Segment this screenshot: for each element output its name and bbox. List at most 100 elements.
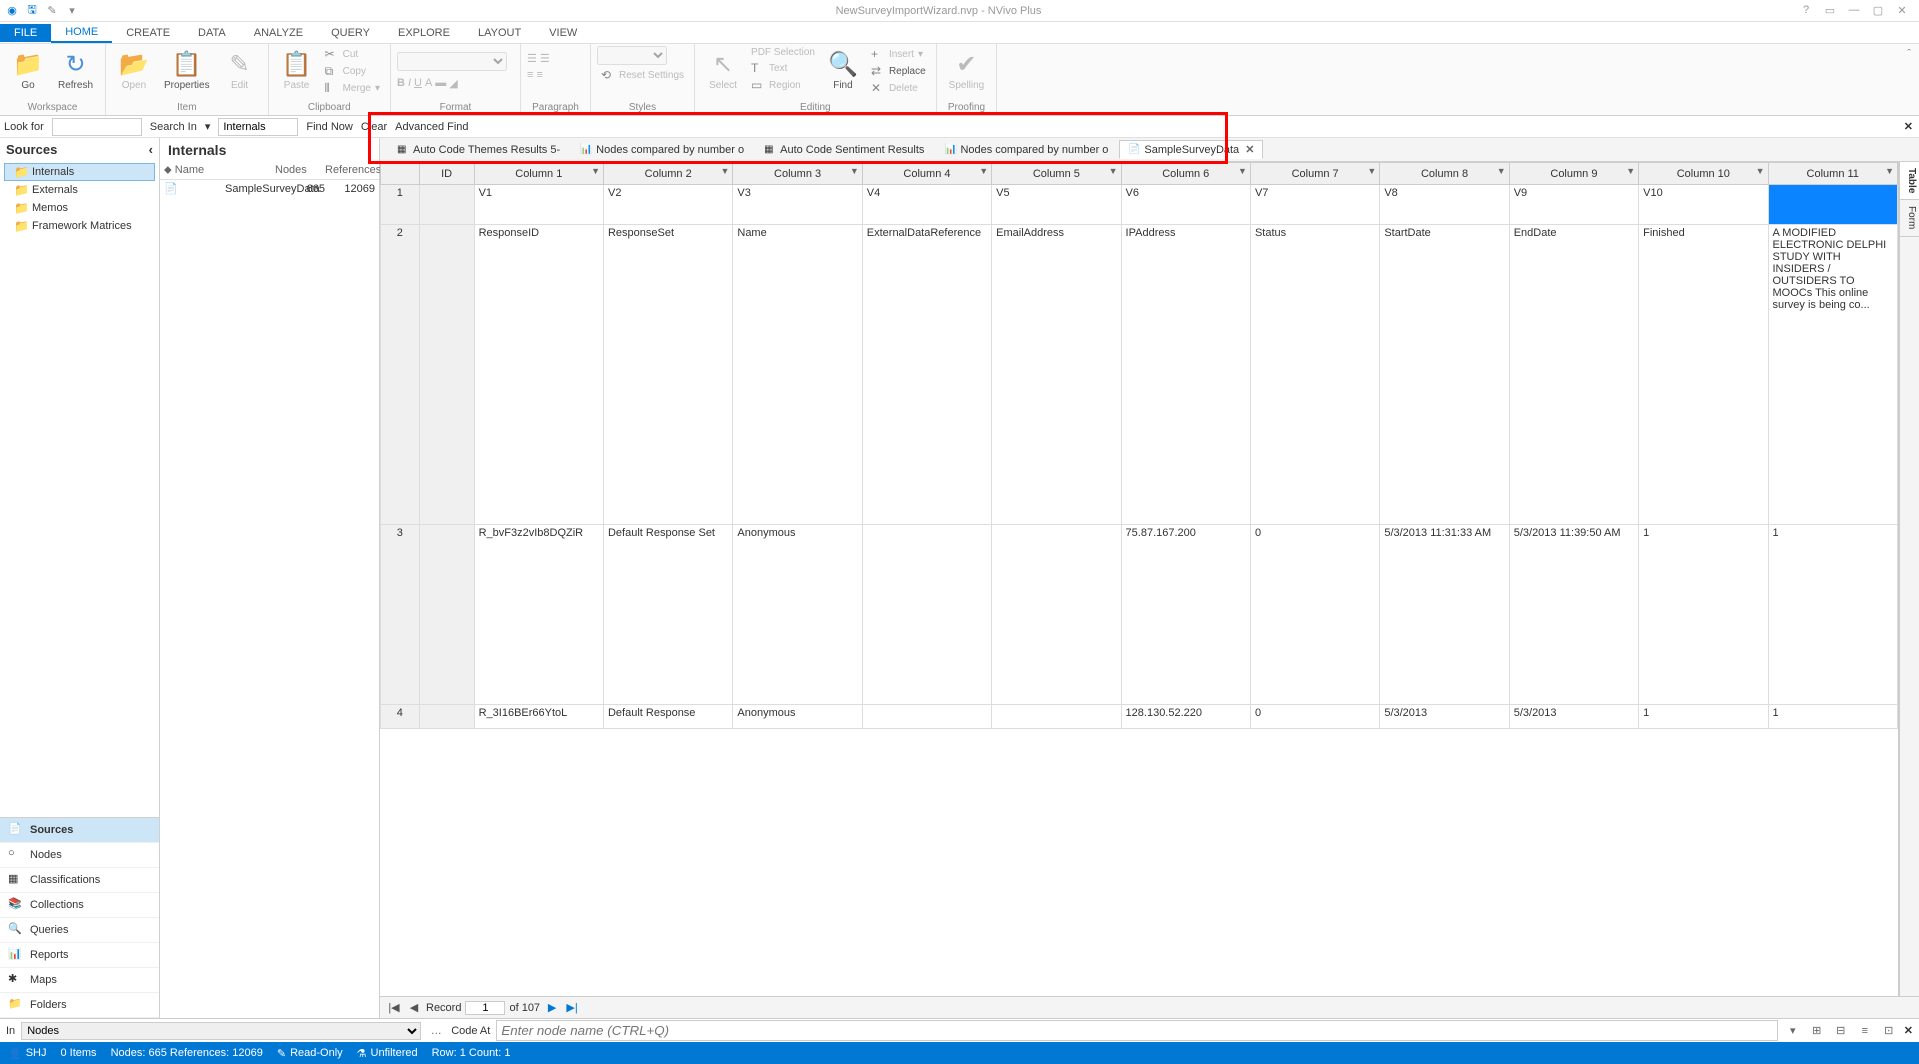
cell[interactable]: V3 — [733, 185, 862, 225]
tab-data[interactable]: DATA — [184, 24, 240, 42]
help-icon[interactable]: ? — [1797, 4, 1815, 17]
browse-icon[interactable]: … — [427, 1022, 445, 1040]
cell[interactable]: V10 — [1639, 185, 1768, 225]
col-11[interactable]: Column 11▼ — [1768, 163, 1898, 185]
nav-nodes[interactable]: ○Nodes — [0, 843, 159, 868]
tab-file[interactable]: FILE — [0, 24, 51, 42]
col-nodes[interactable]: Nodes — [275, 164, 325, 177]
cell[interactable]: 5/3/2013 11:39:50 AM — [1509, 525, 1638, 705]
doc-tab-auto-sentiment[interactable]: ▦Auto Code Sentiment Results — [755, 141, 933, 159]
cell[interactable]: ResponseSet — [603, 225, 732, 525]
cell[interactable]: 0 — [1250, 525, 1379, 705]
cell[interactable]: 1 — [1639, 525, 1768, 705]
tab-close-icon[interactable]: ✕ — [1245, 143, 1254, 156]
filter-icon[interactable]: ▼ — [1109, 166, 1118, 176]
edit-icon[interactable]: ✎ — [44, 3, 60, 19]
data-grid[interactable]: ID Column 1▼ Column 2▼ Column 3▼ Column … — [380, 162, 1899, 996]
nodebar-close-icon[interactable]: ✕ — [1904, 1024, 1913, 1037]
cell[interactable] — [862, 705, 991, 729]
tab-create[interactable]: CREATE — [112, 24, 184, 42]
replace-button[interactable]: ⇄Replace — [867, 63, 930, 79]
side-tab-form[interactable]: Form — [1900, 200, 1919, 236]
cell[interactable]: 75.87.167.200 — [1121, 525, 1250, 705]
filter-icon[interactable]: ▼ — [1367, 166, 1376, 176]
table-row[interactable]: 3R_bvF3z2vIb8DQZiRDefault Response SetAn… — [381, 525, 1898, 705]
cell[interactable]: R_3I16BEr66YtoL — [474, 705, 603, 729]
cell[interactable] — [862, 525, 991, 705]
filter-icon[interactable]: ▼ — [979, 166, 988, 176]
minimize-icon[interactable]: — — [1845, 4, 1863, 17]
cell[interactable]: ResponseID — [474, 225, 603, 525]
next-record-icon[interactable]: ▶ — [544, 1001, 560, 1014]
filter-icon[interactable]: ▼ — [1626, 166, 1635, 176]
uncode-icon[interactable]: ⊟ — [1832, 1022, 1850, 1040]
doc-tab-nodes-compared2[interactable]: 📊Nodes compared by number o — [935, 141, 1117, 159]
col-id[interactable]: ID — [419, 163, 474, 185]
filter-icon[interactable]: ▼ — [1238, 166, 1247, 176]
col-5[interactable]: Column 5▼ — [992, 163, 1121, 185]
cell[interactable]: EmailAddress — [992, 225, 1121, 525]
style-select[interactable] — [597, 46, 667, 65]
cell[interactable]: V6 — [1121, 185, 1250, 225]
nav-maps[interactable]: ✱Maps — [0, 968, 159, 993]
prev-record-icon[interactable]: ◀ — [406, 1001, 422, 1014]
font-select[interactable] — [397, 52, 507, 71]
cell[interactable]: V7 — [1250, 185, 1379, 225]
cell[interactable]: Name — [733, 225, 862, 525]
first-record-icon[interactable]: |◀ — [386, 1001, 402, 1014]
find-button[interactable]: 🔍Find — [821, 46, 865, 93]
cell[interactable]: Anonymous — [733, 525, 862, 705]
nav-collections[interactable]: 📚Collections — [0, 893, 159, 918]
clear-link[interactable]: Clear — [361, 121, 387, 133]
cell[interactable]: V1 — [474, 185, 603, 225]
cell[interactable]: ExternalDataReference — [862, 225, 991, 525]
cell[interactable]: 1 — [1639, 705, 1768, 729]
cell[interactable]: Default Response — [603, 705, 732, 729]
close-icon[interactable]: ✕ — [1893, 4, 1911, 17]
side-tab-table[interactable]: Table — [1900, 162, 1919, 200]
tab-query[interactable]: QUERY — [317, 24, 384, 42]
qat-dropdown-icon[interactable]: ▾ — [64, 3, 80, 19]
cell[interactable]: A MODIFIED ELECTRONIC DELPHI STUDY WITH … — [1768, 225, 1898, 525]
findnow-link[interactable]: Find Now — [306, 121, 352, 133]
tree-icon[interactable]: ⊡ — [1880, 1022, 1898, 1040]
tab-explore[interactable]: EXPLORE — [384, 24, 464, 42]
cell[interactable]: V5 — [992, 185, 1121, 225]
lookfor-input[interactable] — [52, 118, 142, 136]
stripe-icon[interactable]: ≡ — [1856, 1022, 1874, 1040]
tab-layout[interactable]: LAYOUT — [464, 24, 535, 42]
filter-icon[interactable]: ▼ — [591, 166, 600, 176]
tree-item-memos[interactable]: 📁Memos — [4, 199, 155, 217]
code-icon[interactable]: ⊞ — [1808, 1022, 1826, 1040]
last-record-icon[interactable]: ▶| — [564, 1001, 580, 1014]
ribbon-toggle-icon[interactable]: ▭ — [1821, 4, 1839, 17]
doc-tab-samplesurveydata[interactable]: 📄SampleSurveyData✕ — [1119, 140, 1263, 159]
col-3[interactable]: Column 3▼ — [733, 163, 862, 185]
cell[interactable]: V9 — [1509, 185, 1638, 225]
maximize-icon[interactable]: ▢ — [1869, 4, 1887, 17]
searchin-input[interactable] — [218, 118, 298, 136]
mid-row-samplesurveydata[interactable]: 📄SampleSurveyData 665 12069 — [160, 180, 379, 197]
cell[interactable]: 1 — [1768, 705, 1898, 729]
node-input[interactable] — [496, 1020, 1777, 1041]
cell[interactable]: EndDate — [1509, 225, 1638, 525]
col-2[interactable]: Column 2▼ — [603, 163, 732, 185]
table-row[interactable]: 2ResponseIDResponseSetNameExternalDataRe… — [381, 225, 1898, 525]
cell[interactable]: 5/3/2013 11:31:33 AM — [1380, 525, 1509, 705]
cell[interactable]: V8 — [1380, 185, 1509, 225]
cell[interactable]: 5/3/2013 — [1509, 705, 1638, 729]
tab-analyze[interactable]: ANALYZE — [240, 24, 317, 42]
cell[interactable]: V2 — [603, 185, 732, 225]
col-10[interactable]: Column 10▼ — [1639, 163, 1768, 185]
cell[interactable]: Default Response Set — [603, 525, 732, 705]
col-8[interactable]: Column 8▼ — [1380, 163, 1509, 185]
go-button[interactable]: 📁Go — [6, 46, 50, 93]
save-icon[interactable]: 🖫 — [24, 3, 40, 19]
doc-tab-auto-themes[interactable]: ▦Auto Code Themes Results 5- — [388, 141, 569, 159]
properties-button[interactable]: 📋Properties — [158, 46, 216, 93]
dropdown-icon[interactable]: ▾ — [1784, 1022, 1802, 1040]
tree-item-externals[interactable]: 📁Externals — [4, 181, 155, 199]
nav-sources[interactable]: 📄Sources — [0, 818, 159, 843]
cell[interactable]: 5/3/2013 — [1380, 705, 1509, 729]
cell[interactable]: Status — [1250, 225, 1379, 525]
